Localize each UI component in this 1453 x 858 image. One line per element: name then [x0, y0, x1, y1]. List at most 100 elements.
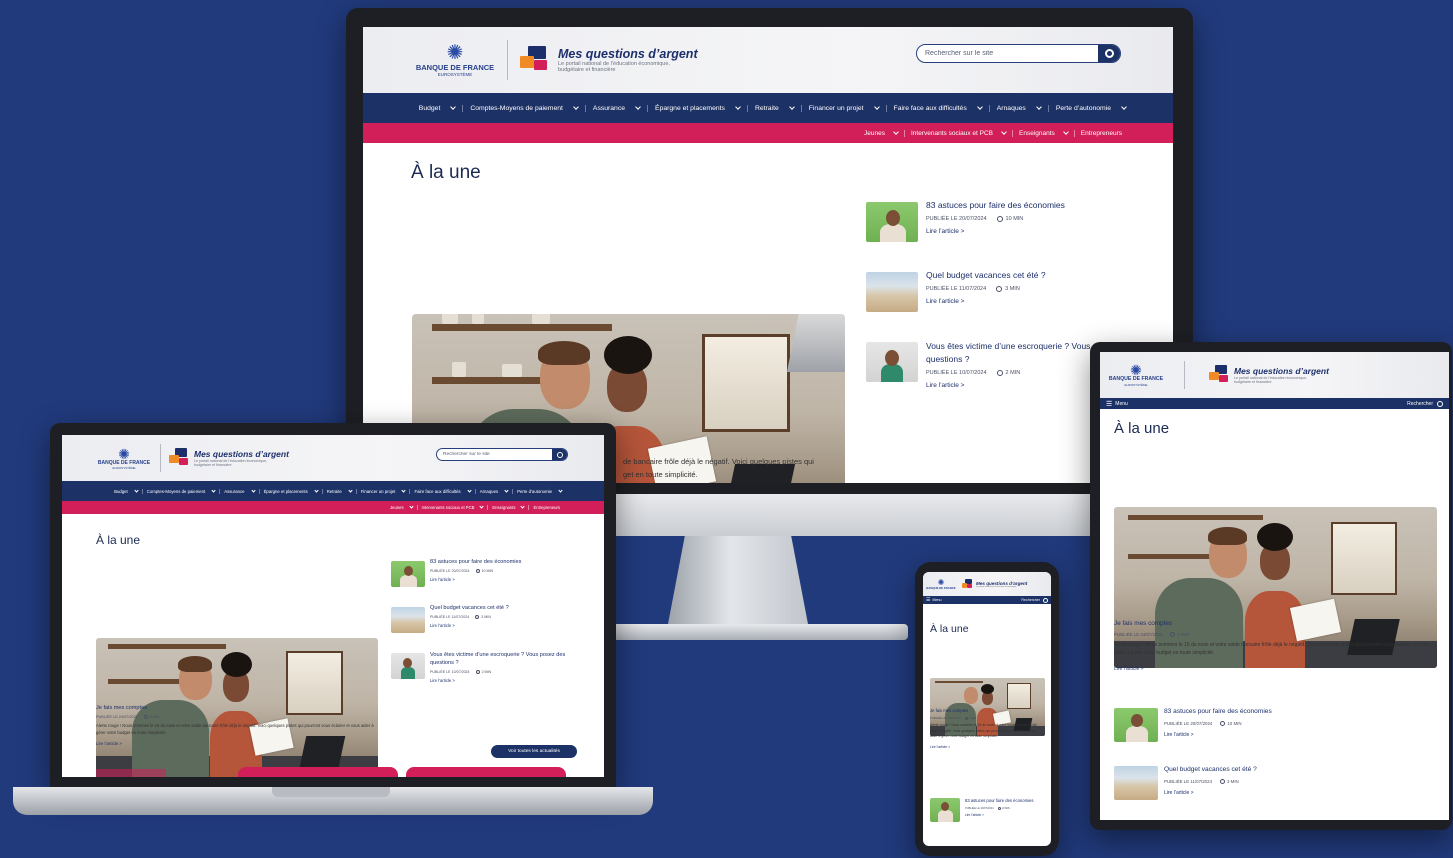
nav-item-financer[interactable]: Financer un projet — [357, 487, 411, 494]
phone-frame: ✺ BANQUE DE FRANCE Mes questions d’argen… — [915, 562, 1059, 856]
article-meta: PUBLIÉE LE 11/07/2024 3 MIN — [926, 286, 1020, 292]
read-article-link[interactable]: Lire l’article > — [930, 745, 1046, 749]
nav-item-difficultes[interactable]: Faire face aux difficultés — [410, 487, 476, 494]
search-box[interactable]: Rechercher sur le site — [916, 44, 1121, 63]
article-title[interactable]: Je fais mes comptes — [930, 708, 1046, 713]
nav-item-retraite[interactable]: Retraite — [748, 103, 802, 112]
nav-item-arnaques[interactable]: Arnaques — [990, 103, 1049, 112]
subnav-item-jeunes[interactable]: Jeunes — [386, 504, 418, 510]
site-header: ✺ BANQUE DE FRANCE EUROSYSTÈME Mes quest… — [1100, 352, 1449, 398]
clock-icon — [996, 370, 1003, 376]
nav-item-autonomie[interactable]: Perte d’autonomie — [513, 487, 566, 494]
read-article-link[interactable]: Lire l’article > — [430, 678, 580, 683]
read-article-link[interactable]: Lire l’article > — [96, 741, 386, 746]
subnav-item-enseignants[interactable]: Enseignants — [1013, 128, 1075, 137]
article-title[interactable]: 83 astuces pour faire des économies — [926, 200, 1065, 210]
nav-item-budget[interactable]: Budget — [110, 487, 143, 494]
subnav-item-jeunes[interactable]: Jeunes — [858, 128, 905, 137]
bdf-emblem-icon: ✺ — [1130, 362, 1142, 379]
nav-item-comptes[interactable]: Comptes-Moyens de paiement — [463, 103, 586, 112]
search-input[interactable]: Rechercher sur le site — [437, 452, 552, 457]
clock-icon — [475, 569, 480, 573]
brand-cards-icon — [1209, 365, 1231, 385]
all-news-button[interactable]: Voir toutes les actualités — [491, 745, 577, 758]
nav-item-difficultes[interactable]: Faire face aux difficultés — [887, 103, 990, 112]
article-card[interactable]: Quel budget vacances cet été ? PUBLIÉE L… — [1114, 766, 1436, 820]
chevron-down-icon — [479, 504, 485, 509]
bottom-cta-left[interactable] — [238, 767, 398, 777]
mobile-search-button[interactable]: Rechercher — [1021, 597, 1048, 603]
article-title[interactable]: Je fais mes comptes — [96, 705, 386, 711]
chevron-down-icon — [1062, 128, 1069, 135]
search-box[interactable]: Rechercher sur le site — [436, 448, 568, 461]
article-thumb — [1114, 766, 1158, 800]
brand-logo[interactable]: Mes questions d’argent Le portail nation… — [520, 46, 698, 74]
article-card[interactable]: Vous êtes victime d’une escroquerie ? Vo… — [391, 651, 581, 701]
hamburger-icon: ☰ — [1106, 400, 1113, 408]
read-article-link[interactable]: Lire l’article > — [926, 298, 1046, 305]
article-card[interactable]: 83 astuces pour faire des économies PUBL… — [1114, 708, 1436, 766]
article-card[interactable]: 83 astuces pour faire des économies PUBL… — [930, 798, 1046, 838]
clock-icon — [964, 716, 968, 720]
read-article-link[interactable]: Lire l’article > — [1164, 732, 1272, 738]
bdf-logo[interactable]: ✺ BANQUE DE FRANCE EUROSYSTÈME — [1108, 356, 1164, 394]
subnav-item-intervenants[interactable]: Intervenants sociaux et PCB — [418, 504, 489, 510]
menu-button[interactable]: ☰ Menu — [1106, 400, 1128, 408]
article-card[interactable]: 83 astuces pour faire des économies PUBL… — [866, 198, 1156, 268]
nav-item-budget[interactable]: Budget — [412, 103, 464, 112]
chevron-down-icon — [450, 103, 457, 110]
menu-button[interactable]: ☰ Menu — [926, 597, 941, 603]
read-article-link[interactable]: Lire l’article > — [430, 623, 509, 628]
bdf-logo[interactable]: ✺ BANQUE DE FRANCE EUROSYSTÈME — [96, 440, 152, 476]
nav-item-assurance[interactable]: Assurance — [220, 487, 260, 494]
subnav-item-entrepreneurs[interactable]: Entrepreneurs — [529, 505, 564, 510]
nav-item-comptes[interactable]: Comptes-Moyens de paiement — [143, 487, 221, 494]
bottom-cta-right[interactable] — [406, 767, 566, 777]
subnav-item-entrepreneurs[interactable]: Entrepreneurs — [1075, 130, 1128, 137]
hamburger-icon: ☰ — [926, 597, 931, 603]
laptop-notch — [272, 787, 390, 797]
featured-article: Je fais mes comptes PUBLIÉE LE 24/07/202… — [930, 708, 1046, 749]
nav-item-financer[interactable]: Financer un projet — [802, 103, 887, 112]
nav-item-retraite[interactable]: Retraite — [323, 487, 357, 494]
nav-item-epargne[interactable]: Épargne et placements — [648, 103, 748, 112]
mobile-search-button[interactable]: Rechercher — [1407, 400, 1443, 407]
article-card[interactable]: 83 astuces pour faire des économies PUBL… — [391, 559, 581, 605]
bdf-logo-text: BANQUE DE FRANCE — [415, 62, 495, 72]
search-icon — [556, 451, 563, 458]
article-title[interactable]: Je fais mes comptes — [1114, 620, 1436, 627]
article-card[interactable]: Quel budget vacances cet été ? PUBLIÉE L… — [866, 268, 1156, 338]
bdf-logo[interactable]: ✺ BANQUE DE FRANCE EUROSYSTÈME — [415, 35, 495, 85]
read-article-link[interactable]: Lire l’article > — [1164, 790, 1257, 796]
read-article-link[interactable]: Lire l’article > — [430, 577, 521, 582]
clock-icon — [475, 670, 480, 674]
article-list: 83 astuces pour faire des économies PUBL… — [391, 559, 581, 701]
brand-logo[interactable]: Mes questions d’argent Le portail nation… — [169, 448, 289, 468]
subnav-item-intervenants[interactable]: Intervenants sociaux et PCB — [905, 128, 1014, 137]
brand-logo[interactable]: Mes questions d’argent Le portail nation… — [962, 578, 1027, 590]
chevron-down-icon — [504, 487, 509, 493]
clock-icon — [996, 216, 1003, 222]
read-article-link[interactable]: Lire l’article > — [1114, 666, 1436, 672]
brand-cards-icon — [962, 578, 974, 590]
laptop-screen: ✺ BANQUE DE FRANCE EUROSYSTÈME Mes quest… — [62, 435, 604, 777]
article-thumb — [391, 561, 425, 587]
article-thumb — [391, 653, 425, 679]
subnav-item-enseignants[interactable]: Enseignants — [488, 504, 530, 510]
read-article-link[interactable]: Lire l’article > — [926, 228, 1065, 235]
nav-item-epargne[interactable]: Épargne et placements — [260, 487, 323, 494]
search-button[interactable] — [552, 449, 567, 460]
nav-item-assurance[interactable]: Assurance — [586, 103, 649, 112]
nav-item-autonomie[interactable]: Perte d’autonomie — [1049, 103, 1133, 112]
search-button[interactable] — [1098, 45, 1120, 62]
nav-item-arnaques[interactable]: Arnaques — [476, 487, 514, 494]
brand-cards-icon — [520, 46, 554, 74]
article-title[interactable]: Quel budget vacances cet été ? — [926, 270, 1046, 280]
search-input[interactable]: Rechercher sur le site — [917, 50, 1098, 57]
brand-logo[interactable]: Mes questions d’argent Le portail nation… — [1209, 365, 1329, 385]
chevron-down-icon — [250, 487, 256, 493]
read-article-link[interactable]: Lire l’article > — [965, 813, 1045, 817]
bdf-logo[interactable]: ✺ BANQUE DE FRANCE — [926, 574, 956, 594]
chevron-down-icon — [314, 487, 319, 493]
article-card[interactable]: Quel budget vacances cet été ? PUBLIÉE L… — [391, 605, 581, 651]
